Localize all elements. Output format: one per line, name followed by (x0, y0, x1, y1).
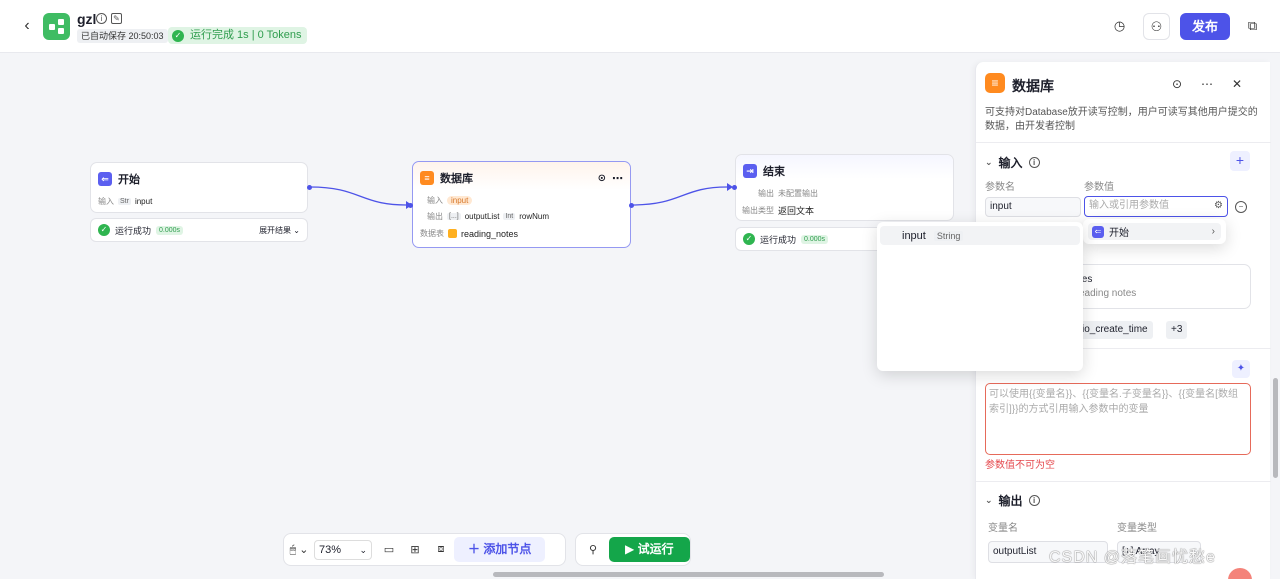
watermark: CSDN @落笔画忧愁e (1049, 549, 1216, 566)
mouse-mode-icon[interactable]: 🖱 ⌄ (284, 543, 314, 557)
run-node-icon[interactable]: ⊙ (1167, 74, 1187, 94)
param-name-input[interactable]: input (985, 197, 1081, 217)
database-input-port[interactable] (408, 203, 413, 208)
publish-button[interactable]: 发布 (1180, 13, 1230, 40)
add-node-button[interactable]: ＋ 添加节点 (454, 537, 546, 562)
start-node[interactable]: ⇐ 开始 输入 Str input (90, 162, 308, 213)
minimap-icon[interactable]: ⧈ (428, 543, 454, 556)
start-node-title: 开始 (118, 174, 140, 186)
info-icon: i (1028, 495, 1040, 506)
node-option-start[interactable]: ⇐ 开始 › (1088, 223, 1221, 240)
horizontal-scrollbar[interactable] (493, 572, 884, 577)
comment-icon[interactable]: ▭ (376, 543, 402, 556)
back-arrow-icon[interactable]: ‹ (18, 16, 36, 36)
table-icon (448, 229, 457, 238)
sql-input[interactable]: 可以使用{{变量名}}、{{变量名.子变量名}}、{{变量名[数组索引]}}的方… (985, 383, 1251, 455)
chevron-down-icon: ⌄ (985, 157, 993, 167)
node-reference-dropdown: ⇐ 开始 › (1083, 219, 1226, 244)
info-icon: i (1028, 157, 1040, 168)
check-icon: ✓ (743, 233, 755, 245)
autosave-status: 已自动保存 20:50:03 (77, 29, 168, 43)
variable-option-input[interactable]: input String (880, 226, 1080, 245)
more-fields-chip[interactable]: +3 (1166, 321, 1188, 339)
settings-icon[interactable]: ⚙ (1214, 197, 1223, 215)
panel-title: 数据库 (1012, 78, 1054, 94)
output-section-header[interactable]: ⌄ 输出 i (985, 492, 1040, 509)
sql-error-message: 参数值不可为空 (985, 460, 1055, 471)
remove-param-icon[interactable]: − (1235, 201, 1247, 213)
start-node-icon: ⇐ (1092, 225, 1104, 238)
workflow-canvas[interactable]: ⇐ 开始 输入 Str input ✓ 运行成功 0.000s 展开结果 ⌄ ≡… (0, 53, 975, 579)
variable-popup: input String (877, 222, 1083, 371)
database-icon: ≡ (985, 73, 1005, 93)
collaborators-icon[interactable]: ⚇ (1143, 13, 1170, 40)
info-icon[interactable]: i (96, 13, 107, 24)
more-icon[interactable]: ⋯ (1197, 74, 1217, 94)
add-input-button[interactable]: + (1230, 151, 1250, 171)
param-value-input[interactable]: 输入或引用参数值 ⚙ (1084, 196, 1228, 217)
database-node[interactable]: ≡ 数据库 ⊙ ⋯ 输入 input 输出 [...] outputList I… (412, 161, 631, 248)
copy-icon[interactable]: ⧉ (1239, 13, 1266, 40)
expand-results-button[interactable]: 展开结果 ⌄ (259, 225, 300, 236)
field-chip: io_create_time (1077, 321, 1153, 339)
end-input-port[interactable] (732, 185, 737, 190)
edit-icon[interactable]: ✎ (111, 13, 122, 24)
magic-wand-icon[interactable]: ✦ (1232, 360, 1250, 378)
database-node-title: 数据库 (440, 173, 473, 185)
check-icon: ✓ (98, 224, 110, 236)
run-node-icon[interactable]: ⊙ (598, 173, 606, 184)
check-icon: ✓ (172, 29, 184, 42)
history-icon[interactable]: ◷ (1106, 13, 1133, 40)
app-name: gzl (77, 11, 97, 27)
chevron-down-icon: ⌄ (985, 495, 993, 505)
app-logo-icon (43, 13, 70, 40)
canvas-toolbar: 🖱 ⌄ 73% ⌄ ▭ ⊞ ⧈ ＋ 添加节点 (283, 533, 566, 566)
end-node-title: 结束 (763, 166, 785, 178)
start-run-status: ✓ 运行成功 0.000s 展开结果 ⌄ (90, 218, 308, 242)
chevron-down-icon: ⌄ (359, 544, 367, 555)
start-output-port[interactable] (307, 185, 312, 190)
end-node[interactable]: ⇥ 结束 输出 未配置输出 输出类型 返回文本 (735, 154, 954, 221)
zoom-select[interactable]: 73% ⌄ (314, 539, 372, 560)
run-status-text: 运行完成 1s | 0 Tokens (190, 29, 302, 41)
database-node-icon: ≡ (420, 171, 434, 185)
trial-run-button[interactable]: ▶ 试运行 (609, 537, 690, 562)
input-section-header[interactable]: ⌄ 输入 i (985, 154, 1040, 171)
database-output-port[interactable] (629, 203, 634, 208)
top-bar: ‹ gzl i ✎ 已自动保存 20:50:03 ✓ 运行完成 1s | 0 T… (0, 0, 1280, 53)
debug-tool-icon[interactable]: ⚲ (580, 543, 606, 556)
end-run-status: ✓ 运行成功 0.000s (735, 227, 895, 251)
end-node-icon: ⇥ (743, 164, 757, 178)
close-icon[interactable]: ✕ (1227, 74, 1247, 94)
run-toolbar: ⚲ ▶ 试运行 (575, 533, 691, 566)
connection-lines (309, 183, 733, 209)
layout-grid-icon[interactable]: ⊞ (402, 543, 428, 556)
chevron-right-icon: › (1211, 226, 1215, 237)
panel-description: 可支持对Database放开读写控制，用户可读写其他用户提交的数据，由开发者控制 (985, 107, 1258, 132)
run-status-badge: ✓ 运行完成 1s | 0 Tokens (168, 27, 308, 44)
more-icon[interactable]: ⋯ (612, 172, 623, 185)
start-node-icon: ⇐ (98, 172, 112, 186)
panel-scrollbar[interactable] (1273, 378, 1278, 478)
